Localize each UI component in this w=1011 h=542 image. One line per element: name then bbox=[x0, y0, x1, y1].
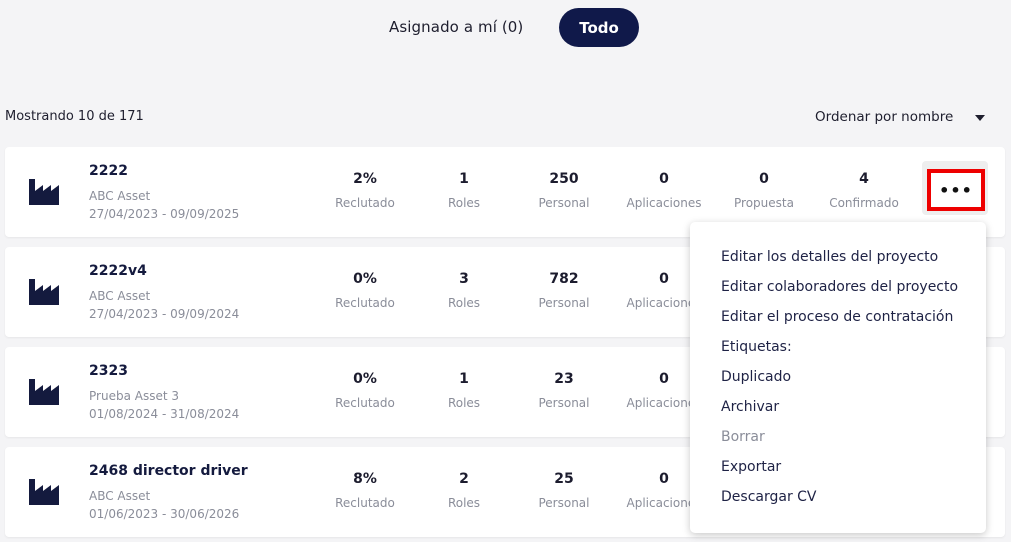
stat-value: 0% bbox=[353, 371, 377, 387]
assignment-filter: Asignado a mí (0) Todo bbox=[0, 8, 1011, 48]
menu-item-edit-collaborators[interactable]: Editar colaboradores del proyecto bbox=[690, 272, 986, 302]
stat-label: Personal bbox=[538, 496, 590, 510]
stat-value: 8% bbox=[353, 471, 377, 487]
factory-icon bbox=[29, 479, 59, 505]
project-title[interactable]: 2323 bbox=[89, 363, 128, 379]
stat-applications: 0 Aplicaciones bbox=[614, 171, 714, 210]
factory-icon bbox=[29, 279, 59, 305]
stat-recruited: 2% Reclutado bbox=[315, 171, 415, 210]
factory-icon bbox=[29, 379, 59, 405]
stat-value: 782 bbox=[549, 271, 579, 287]
menu-item-tags[interactable]: Etiquetas: bbox=[690, 332, 986, 362]
stat-value: 25 bbox=[554, 471, 574, 487]
stat-recruited: 8% Reclutado bbox=[315, 471, 415, 510]
stat-label: Propuesta bbox=[734, 196, 794, 210]
stat-label: Reclutado bbox=[335, 396, 395, 410]
stat-value: 4 bbox=[859, 171, 869, 187]
caret-down-icon bbox=[975, 114, 986, 121]
stat-confirmed: 4 Confirmado bbox=[814, 171, 914, 210]
project-client: Prueba Asset 3 bbox=[89, 389, 179, 403]
menu-item-edit-details[interactable]: Editar los detalles del proyecto bbox=[690, 242, 986, 272]
results-count: Mostrando 10 de 171 bbox=[5, 109, 144, 124]
stat-roles: 1 Roles bbox=[414, 171, 514, 210]
stat-staff: 782 Personal bbox=[514, 271, 614, 310]
stat-recruited: 0% Reclutado bbox=[315, 371, 415, 410]
menu-item-export[interactable]: Exportar bbox=[690, 452, 986, 482]
stat-label: Reclutado bbox=[335, 496, 395, 510]
project-client: ABC Asset bbox=[89, 189, 151, 203]
stat-label: Personal bbox=[538, 396, 590, 410]
stat-label: Roles bbox=[447, 196, 481, 210]
menu-item-delete: Borrar bbox=[721, 429, 765, 445]
stat-roles: 3 Roles bbox=[414, 271, 514, 310]
stat-value: 250 bbox=[549, 171, 579, 187]
stat-value: 1 bbox=[459, 371, 469, 387]
filter-assigned-to-me[interactable]: Asignado a mí (0) bbox=[389, 18, 523, 36]
menu-item-duplicate[interactable]: Duplicado bbox=[690, 362, 986, 392]
stat-label: Roles bbox=[447, 396, 481, 410]
project-dates: 27/04/2023 - 09/09/2024 bbox=[89, 307, 240, 321]
stat-value: 2 bbox=[459, 471, 469, 487]
stat-label: Roles bbox=[447, 296, 481, 310]
stat-value: 1 bbox=[459, 171, 469, 187]
stat-label: Reclutado bbox=[335, 196, 395, 210]
stat-label: Confirmado bbox=[829, 196, 899, 210]
stat-proposal: 0 Propuesta bbox=[714, 171, 814, 210]
stat-label: Personal bbox=[538, 196, 590, 210]
more-horizontal-icon: ••• bbox=[939, 180, 973, 200]
menu-item-archive[interactable]: Archivar bbox=[690, 392, 986, 422]
project-client: ABC Asset bbox=[89, 489, 151, 503]
filter-all-button[interactable]: Todo bbox=[559, 8, 639, 47]
more-options-button[interactable]: ••• bbox=[927, 169, 985, 211]
stat-label: Aplicaciones bbox=[626, 196, 702, 210]
stat-value: 0 bbox=[759, 171, 769, 187]
sort-dropdown[interactable]: Ordenar por nombre bbox=[815, 109, 986, 125]
project-dates: 27/04/2023 - 09/09/2025 bbox=[89, 207, 240, 221]
stat-value: 23 bbox=[554, 371, 574, 387]
stat-label: Reclutado bbox=[335, 296, 395, 310]
project-options-menu: Editar los detalles del proyecto Editar … bbox=[690, 222, 986, 533]
stat-staff: 250 Personal bbox=[514, 171, 614, 210]
stat-recruited: 0% Reclutado bbox=[315, 271, 415, 310]
stat-label: Personal bbox=[538, 296, 590, 310]
stat-roles: 2 Roles bbox=[414, 471, 514, 510]
project-title[interactable]: 2468 director driver bbox=[89, 463, 248, 479]
menu-item-edit-hiring-process[interactable]: Editar el proceso de contratación bbox=[690, 302, 986, 332]
stat-label: Roles bbox=[447, 496, 481, 510]
sort-label: Ordenar por nombre bbox=[815, 109, 954, 125]
stat-staff: 25 Personal bbox=[514, 471, 614, 510]
project-client: ABC Asset bbox=[89, 289, 151, 303]
stat-value: 2% bbox=[353, 171, 377, 187]
stat-value: 0 bbox=[659, 171, 669, 187]
project-title[interactable]: 2222v4 bbox=[89, 263, 147, 279]
stat-value: 3 bbox=[459, 271, 469, 287]
project-dates: 01/08/2024 - 31/08/2024 bbox=[89, 407, 240, 421]
stat-value: 0% bbox=[353, 271, 377, 287]
project-dates: 01/06/2023 - 30/06/2026 bbox=[89, 507, 240, 521]
stat-roles: 1 Roles bbox=[414, 371, 514, 410]
factory-icon bbox=[29, 179, 59, 205]
menu-item-download-cv[interactable]: Descargar CV bbox=[690, 482, 986, 512]
stat-staff: 23 Personal bbox=[514, 371, 614, 410]
project-title[interactable]: 2222 bbox=[89, 163, 128, 179]
